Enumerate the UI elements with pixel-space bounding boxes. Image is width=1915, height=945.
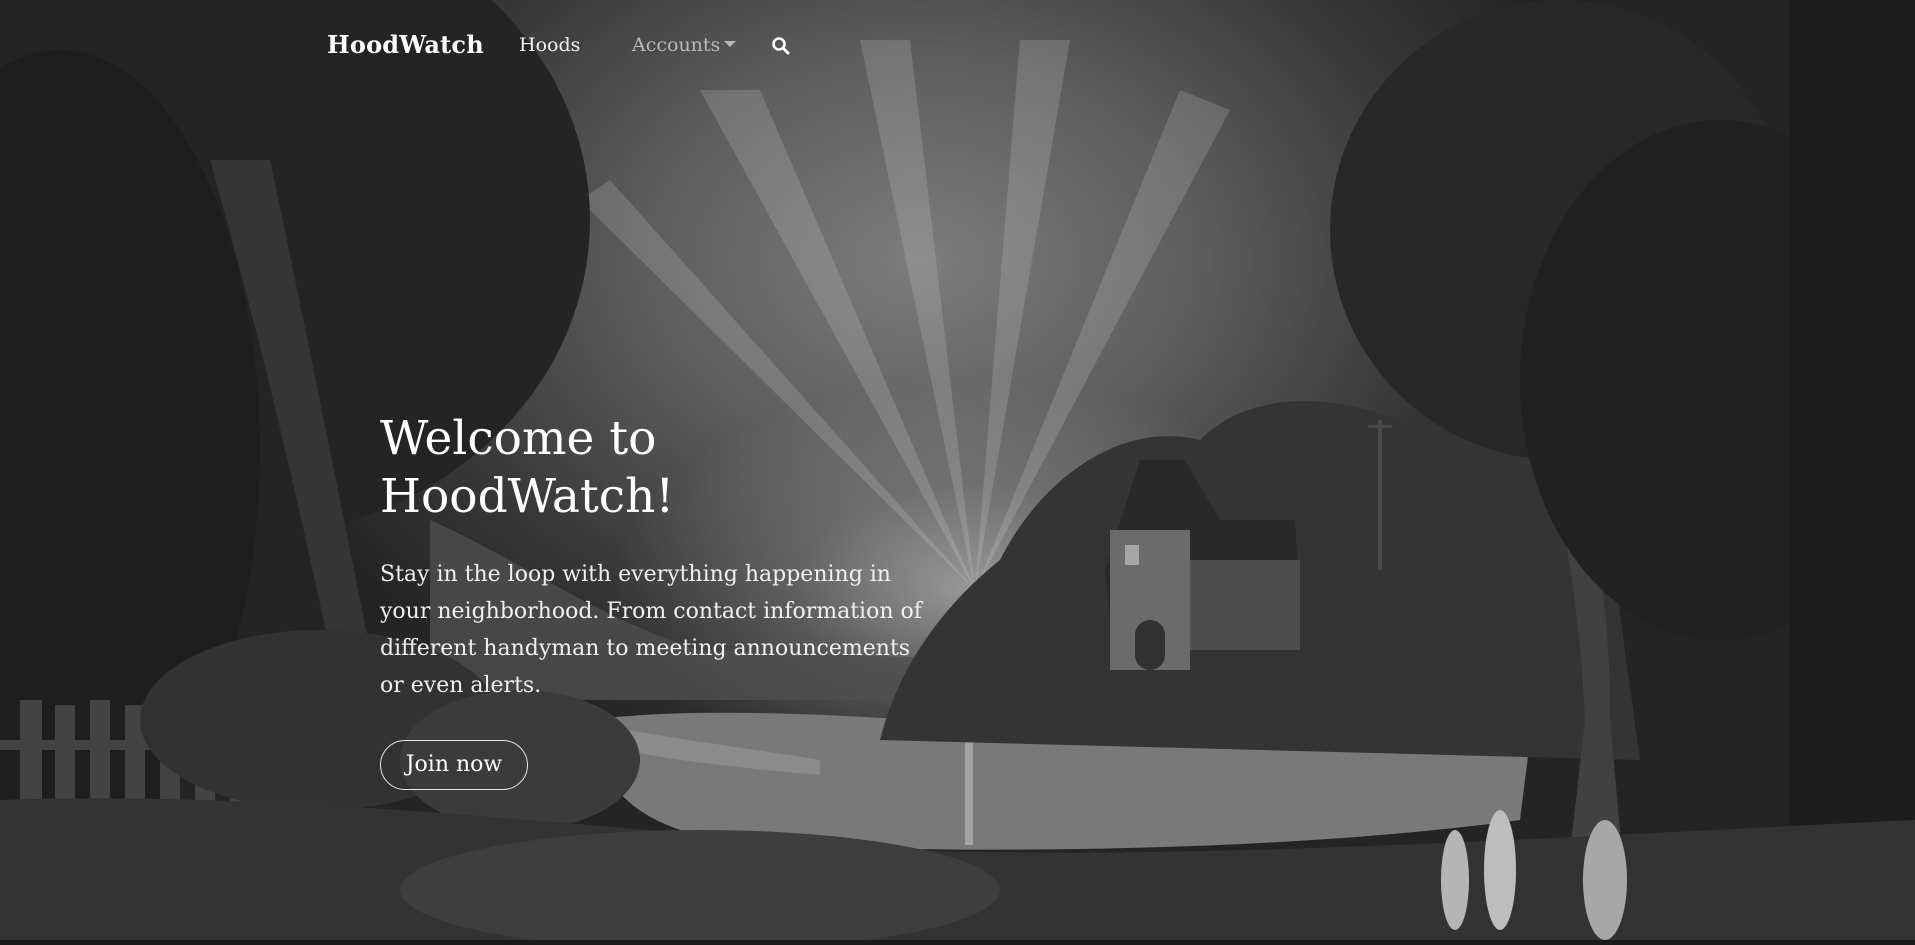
hero-background: HoodWatch Hoods Accounts Welcome to Hood…	[0, 0, 1915, 940]
landscape-illustration	[0, 0, 1915, 940]
navbar: HoodWatch Hoods Accounts	[0, 0, 1915, 92]
hero-lead-text: Stay in the loop with everything happeni…	[380, 562, 922, 698]
hero-headline: Welcome to HoodWatch!	[380, 411, 675, 524]
nav-dropdown-accounts-label: Accounts	[632, 34, 721, 56]
search-icon[interactable]	[771, 36, 791, 56]
nav-dropdown-accounts[interactable]: Accounts	[632, 34, 737, 56]
caret-down-icon	[724, 41, 737, 47]
nav-link-hoods[interactable]: Hoods	[519, 34, 580, 56]
page-bottom-edge	[0, 940, 1915, 945]
brand-logo[interactable]: HoodWatch	[327, 30, 484, 59]
join-now-button[interactable]: Join now	[380, 740, 528, 790]
